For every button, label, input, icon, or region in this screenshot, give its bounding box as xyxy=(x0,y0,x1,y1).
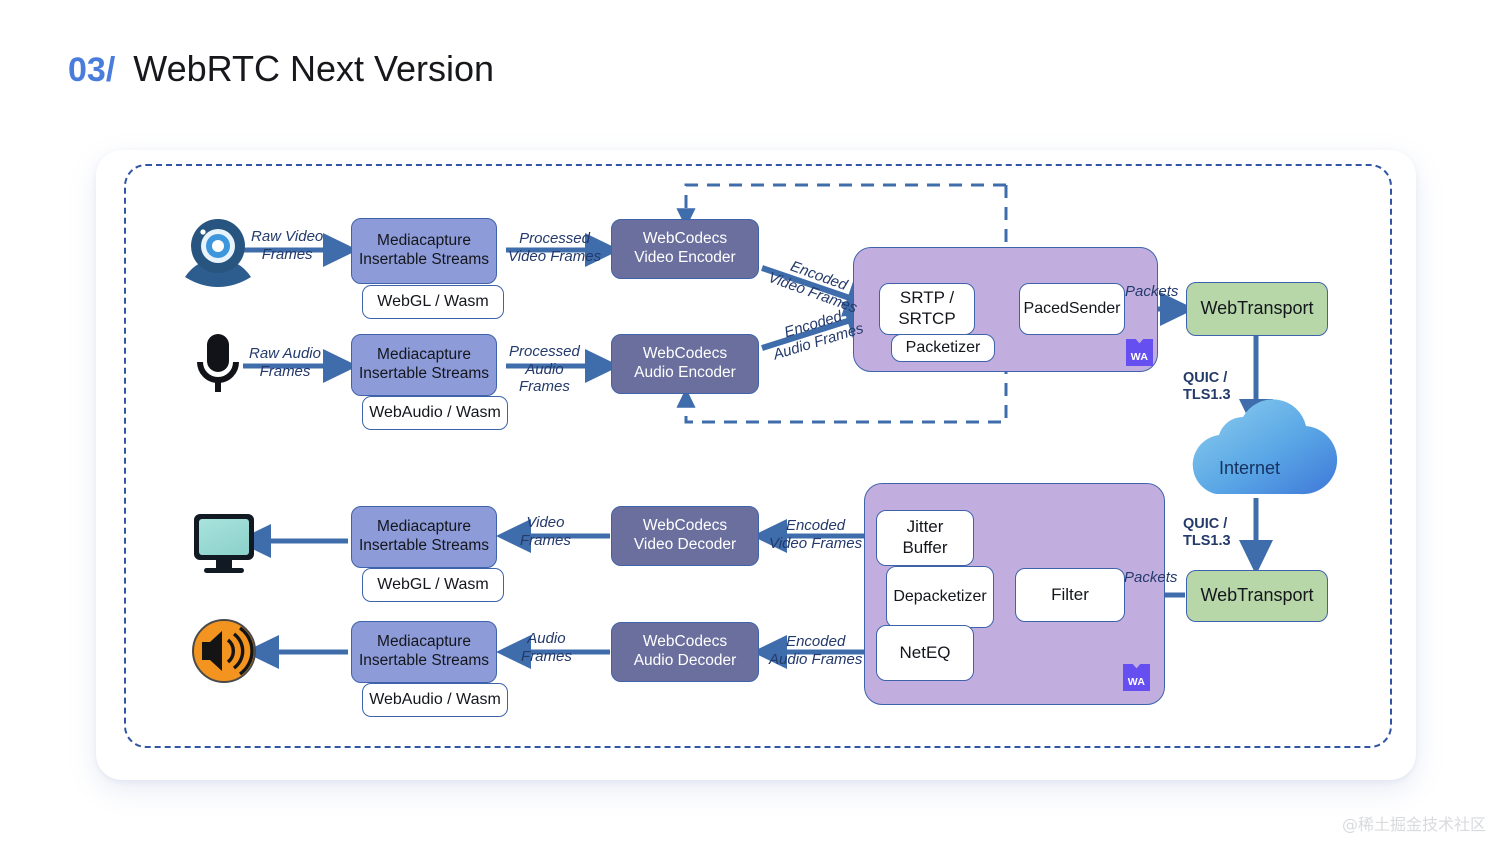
audio-encoder-line2: Audio Encoder xyxy=(634,364,736,381)
video-encoder-line1: WebCodecs xyxy=(642,230,728,248)
quic-lower-line1: QUIC / xyxy=(1183,516,1228,532)
depacketizer-box[interactable]: Depacketizer xyxy=(886,566,994,628)
packetizer-label: Packetizer xyxy=(905,339,981,357)
paced-sender-box[interactable]: PacedSender xyxy=(1019,283,1125,335)
video-encoder-line2: Video Encoder xyxy=(634,249,736,266)
audio-capture-sub-label: WebAudio / Wasm xyxy=(369,404,501,422)
wasm-badge-send-label: WA xyxy=(1130,351,1149,363)
page-title: 03/ WebRTC Next Version xyxy=(68,48,494,90)
mediacapture-audio-node[interactable]: Mediacapture Insertable Streams xyxy=(351,334,497,396)
audio-render-sub-box: WebAudio / Wasm xyxy=(362,683,508,717)
webtransport-send-node[interactable]: WebTransport xyxy=(1186,282,1328,336)
webtransport-receive-node[interactable]: WebTransport xyxy=(1186,570,1328,622)
audio-capture-sub-box: WebAudio / Wasm xyxy=(362,396,508,430)
video-capture-sub-box: WebGL / Wasm xyxy=(362,285,504,319)
mediacapture-video-line1: Mediacapture xyxy=(377,232,471,250)
label-packets-send: Packets xyxy=(1125,283,1179,300)
audio-encoder-line1: WebCodecs xyxy=(642,345,728,363)
quic-label-lower: QUIC / TLS1.3 xyxy=(1183,516,1231,550)
quic-lower-line2: TLS1.3 xyxy=(1183,533,1231,550)
label-video-frames-receive: Video Frames xyxy=(520,514,571,549)
label-encoded-audio-frames-receive: Encoded Audio Frames xyxy=(769,633,863,668)
audio-render-sub-label: WebAudio / Wasm xyxy=(369,691,501,709)
neteq-box[interactable]: NetEQ xyxy=(876,625,974,681)
wasm-badge-receive-label: WA xyxy=(1127,676,1146,688)
mediacapture-audio-line1: Mediacapture xyxy=(377,346,471,364)
label-audio-frames-receive: Audio Frames xyxy=(521,630,572,665)
video-capture-sub-label: WebGL / Wasm xyxy=(377,293,489,311)
audio-decoder-line2: Audio Decoder xyxy=(633,652,737,669)
label-packets-receive: Packets xyxy=(1124,569,1178,586)
jitter-buffer-box[interactable]: Jitter Buffer xyxy=(876,510,974,566)
label-processed-video-frames: Processed Video Frames xyxy=(508,230,602,265)
slide-canvas: 03/ WebRTC Next Version WebGL / Wasm Med… xyxy=(0,0,1512,849)
srtp-srtcp-box[interactable]: SRTP / SRTCP xyxy=(879,283,975,335)
video-render-sub-box: WebGL / Wasm xyxy=(362,568,504,602)
webtransport-receive-label: WebTransport xyxy=(1200,585,1314,606)
depacketizer-label: Depacketizer xyxy=(893,588,987,606)
audio-render-line1: Mediacapture xyxy=(377,633,471,651)
srtp-line1: SRTP / xyxy=(899,288,955,308)
mediacapture-video-node[interactable]: Mediacapture Insertable Streams xyxy=(351,218,497,284)
webcodecs-audio-encoder-node[interactable]: WebCodecs Audio Encoder xyxy=(611,334,759,394)
webcodecs-video-encoder-node[interactable]: WebCodecs Video Encoder xyxy=(611,219,759,279)
webtransport-send-label: WebTransport xyxy=(1200,298,1314,319)
jitter-buffer-line2: Buffer xyxy=(902,538,948,557)
paced-sender-label: PacedSender xyxy=(1023,300,1121,318)
audio-render-line2: Insertable Streams xyxy=(358,652,490,669)
label-encoded-video-frames-receive: Encoded Video Frames xyxy=(769,517,863,552)
label-raw-audio-frames: Raw Audio Frames xyxy=(249,345,321,380)
watermark: @稀土掘金技术社区 xyxy=(1341,815,1486,834)
section-number: 03/ xyxy=(68,51,116,89)
video-render-line2: Insertable Streams xyxy=(358,537,490,554)
srtp-line2: SRTCP xyxy=(898,309,956,328)
mediacapture-audio-render-node[interactable]: Mediacapture Insertable Streams xyxy=(351,621,497,683)
webcodecs-audio-decoder-node[interactable]: WebCodecs Audio Decoder xyxy=(611,622,759,682)
filter-label: Filter xyxy=(1051,584,1089,604)
webcodecs-video-decoder-node[interactable]: WebCodecs Video Decoder xyxy=(611,506,759,566)
label-raw-video-frames: Raw Video Frames xyxy=(251,228,324,263)
audio-decoder-line1: WebCodecs xyxy=(642,633,728,651)
video-decoder-line1: WebCodecs xyxy=(642,517,728,535)
mediacapture-audio-line2: Insertable Streams xyxy=(358,365,490,382)
mediacapture-video-line2: Insertable Streams xyxy=(358,251,490,268)
video-render-sub-label: WebGL / Wasm xyxy=(377,576,489,594)
filter-box[interactable]: Filter xyxy=(1015,568,1125,622)
quic-upper-line2: TLS1.3 xyxy=(1183,387,1231,404)
label-processed-audio-frames: Processed Audio Frames xyxy=(509,343,580,396)
mediacapture-video-render-node[interactable]: Mediacapture Insertable Streams xyxy=(351,506,497,568)
quic-label-upper: QUIC / TLS1.3 xyxy=(1183,370,1231,404)
quic-upper-line1: QUIC / xyxy=(1183,370,1228,386)
section-title: WebRTC Next Version xyxy=(133,48,495,89)
jitter-buffer-line1: Jitter xyxy=(906,517,944,537)
video-render-line1: Mediacapture xyxy=(377,518,471,536)
packetizer-box[interactable]: Packetizer xyxy=(891,334,995,362)
video-decoder-line2: Video Decoder xyxy=(633,536,737,553)
neteq-label: NetEQ xyxy=(899,642,951,662)
internet-cloud-label: Internet xyxy=(1219,458,1281,478)
